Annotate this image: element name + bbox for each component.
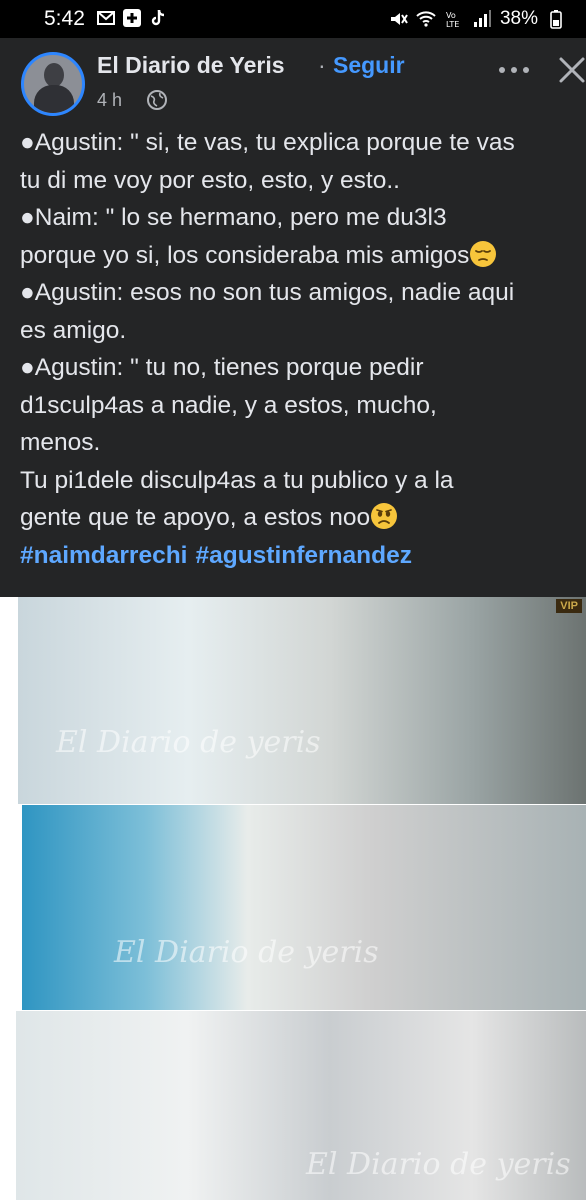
post-line: porque yo si, los consideraba mis amigos bbox=[20, 237, 586, 275]
post-line: menos. bbox=[20, 429, 101, 456]
post-line: gente que te apoyo, a estos noo bbox=[20, 499, 586, 537]
system-icons: Vo LTE 38% bbox=[388, 8, 566, 30]
battery-icon bbox=[550, 10, 562, 29]
svg-text:LTE: LTE bbox=[446, 20, 459, 29]
avatar-head bbox=[44, 63, 64, 87]
tiktok-icon bbox=[151, 9, 165, 26]
photo-2[interactable]: El Diario de yeris bbox=[22, 805, 586, 1010]
close-icon[interactable] bbox=[557, 55, 586, 85]
post-line-text: gente que te apoyo, a estos noo bbox=[20, 504, 371, 531]
watermark: El Diario de yeris bbox=[114, 935, 379, 970]
follow-button[interactable]: Seguir bbox=[333, 52, 405, 79]
battery-percent: 38% bbox=[499, 8, 538, 29]
notification-icons bbox=[96, 8, 168, 28]
post-line: tu di me voy por esto, esto, y esto.. bbox=[20, 166, 400, 194]
frowning-face-emoji bbox=[371, 503, 398, 529]
globe-icon bbox=[147, 90, 167, 110]
watermark: El Diario de yeris bbox=[306, 1147, 571, 1182]
pensive-face-emoji bbox=[470, 240, 497, 267]
post-line: ●Naim: " lo se hermano, pero me du3l3 bbox=[20, 204, 447, 231]
status-bar: 5:42 Vo LTE 38% bbox=[0, 0, 586, 38]
post-line: Tu pi1dele disculp4as a tu publico y a l… bbox=[20, 466, 454, 494]
mute-icon bbox=[390, 13, 408, 25]
status-time: 5:42 bbox=[44, 7, 85, 30]
hashtags: #naimdarrechi #agustinfernandez bbox=[20, 537, 586, 575]
post-line: es amigo. bbox=[20, 316, 127, 344]
post-text: ●Agustin: " si, te vas, tu explica porqu… bbox=[20, 124, 586, 574]
post-line: ●Agustin: " tu no, tienes porque pedir bbox=[20, 354, 424, 381]
photo-1[interactable]: VIP El Diario de yeris bbox=[18, 597, 586, 804]
avatar[interactable] bbox=[21, 52, 85, 116]
gmail-icon bbox=[97, 11, 115, 25]
post-line: ●Agustin: " si, te vas, tu explica porqu… bbox=[20, 129, 515, 156]
vip-badge: VIP bbox=[556, 599, 582, 613]
photo-collage[interactable]: VIP El Diario de yeris El Diario de yeri… bbox=[0, 597, 586, 1200]
watermark: El Diario de yeris bbox=[56, 725, 321, 760]
post-line-text: porque yo si, los consideraba mis amigos bbox=[20, 241, 470, 269]
wifi-calling-icon bbox=[416, 11, 436, 27]
hashtag-link[interactable]: #naimdarrechi bbox=[20, 542, 188, 569]
post-header: El Diario de Yeris · Seguir 4 h bbox=[0, 38, 586, 122]
more-icon[interactable] bbox=[494, 60, 534, 80]
dot-separator: · bbox=[318, 52, 326, 78]
volte-icon: VoLTE bbox=[446, 11, 459, 29]
post-line: d1sculp4as a nadie, y a estos, mucho, bbox=[20, 391, 437, 419]
photo-3[interactable]: El Diario de yeris bbox=[16, 1011, 586, 1200]
signal-icon bbox=[473, 10, 491, 27]
page-name[interactable]: El Diario de Yeris bbox=[97, 52, 285, 79]
health-plus-icon bbox=[123, 9, 141, 27]
svg-text:Vo: Vo bbox=[446, 11, 456, 20]
avatar-body bbox=[34, 85, 74, 113]
post-line: ●Agustin: esos no son tus amigos, nadie … bbox=[20, 279, 515, 306]
post-timestamp[interactable]: 4 h bbox=[97, 90, 122, 111]
hashtag-link[interactable]: #agustinfernandez bbox=[196, 542, 412, 569]
